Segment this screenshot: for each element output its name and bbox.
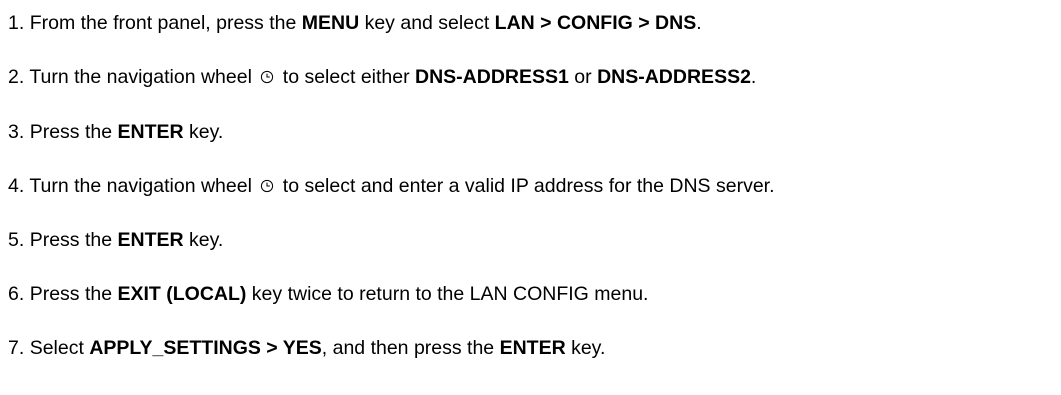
navigation-wheel-icon <box>260 179 274 193</box>
step-number: 1. <box>8 12 25 34</box>
step-text: key. <box>183 229 224 251</box>
step-text: key and select <box>359 12 495 34</box>
step-text: to select and enter a valid IP address f… <box>277 175 775 197</box>
step-number: 4. <box>8 175 25 197</box>
step-text: or <box>568 66 598 88</box>
step-text: Press the <box>29 283 118 305</box>
step-text: key twice to return to the LAN CONFIG me… <box>246 283 649 305</box>
step-1: 1. From the front panel, press the MENU … <box>8 11 702 35</box>
enter-key-label: ENTER <box>117 229 184 251</box>
step-text: , and then press the <box>321 337 500 359</box>
step-number: 6. <box>8 283 25 305</box>
step-4: 4. Turn the navigation wheel to select a… <box>8 174 775 198</box>
step-3: 3. Press the ENTER key. <box>8 120 223 144</box>
step-2: 2. Turn the navigation wheel to select e… <box>8 65 756 89</box>
dns-address2-label: DNS-ADDRESS2 <box>597 66 751 88</box>
menu-key-label: MENU <box>301 12 360 34</box>
step-text: . <box>750 66 757 88</box>
step-number: 3. <box>8 121 25 143</box>
step-text: Press the <box>29 121 118 143</box>
apply-settings-label: APPLY_SETTINGS > YES <box>89 337 322 359</box>
step-text: From the front panel, press the <box>29 12 302 34</box>
menu-path-label: LAN > CONFIG > DNS <box>494 12 697 34</box>
step-number: 2. <box>8 66 25 88</box>
step-text: Select <box>29 337 90 359</box>
enter-key-label: ENTER <box>117 121 184 143</box>
step-7: 7. Select APPLY_SETTINGS > YES, and then… <box>8 336 605 360</box>
step-text: Turn the navigation wheel <box>29 175 258 197</box>
step-text: Press the <box>29 229 118 251</box>
navigation-wheel-icon <box>260 70 274 84</box>
step-text: to select either <box>277 66 416 88</box>
step-number: 7. <box>8 337 25 359</box>
step-text: Turn the navigation wheel <box>29 66 258 88</box>
step-text: key. <box>183 121 224 143</box>
step-6: 6. Press the EXIT (LOCAL) key twice to r… <box>8 282 648 306</box>
step-text: . <box>696 12 702 34</box>
step-number: 5. <box>8 229 25 251</box>
dns-address1-label: DNS-ADDRESS1 <box>415 66 569 88</box>
exit-local-key-label: EXIT (LOCAL) <box>117 283 247 305</box>
step-5: 5. Press the ENTER key. <box>8 228 223 252</box>
enter-key-label: ENTER <box>499 337 566 359</box>
step-text: key. <box>565 337 606 359</box>
